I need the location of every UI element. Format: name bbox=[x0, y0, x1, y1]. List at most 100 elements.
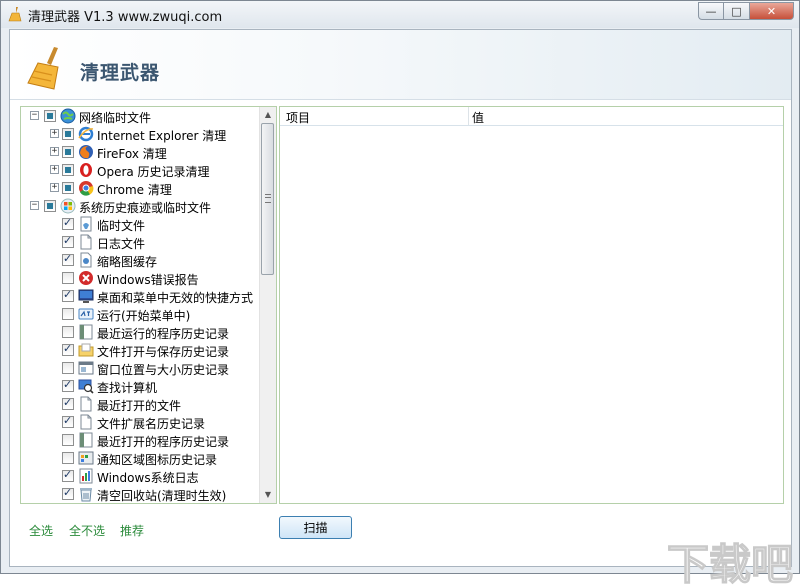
opera-icon bbox=[80, 163, 92, 177]
select-none-link[interactable]: 全不选 bbox=[69, 522, 105, 539]
tree-item-checkbox[interactable] bbox=[62, 362, 74, 374]
minimize-button[interactable]: — bbox=[698, 2, 724, 20]
tree-item[interactable]: 最近运行的程序历史记录 bbox=[21, 323, 261, 341]
tree-item[interactable]: 缩略图缓存 bbox=[21, 251, 261, 269]
tree-item[interactable]: + Chrome 清理 bbox=[21, 179, 261, 197]
tree-item-checkbox[interactable] bbox=[62, 252, 74, 266]
tree-item-checkbox[interactable] bbox=[62, 216, 74, 230]
firefox-icon bbox=[79, 145, 93, 159]
document-icon bbox=[80, 414, 92, 430]
tree-item-checkbox[interactable] bbox=[62, 452, 74, 464]
tree-item-checkbox[interactable] bbox=[62, 378, 74, 392]
tree-item[interactable]: 文件扩展名历史记录 bbox=[21, 413, 261, 431]
tree-item-checkbox[interactable] bbox=[62, 486, 74, 500]
select-all-link[interactable]: 全选 bbox=[29, 522, 53, 539]
column-divider[interactable] bbox=[468, 107, 469, 125]
banner-title: 清理武器 bbox=[80, 62, 161, 84]
results-list[interactable]: 项目 值 bbox=[279, 106, 784, 504]
tree-item-checkbox[interactable] bbox=[62, 434, 74, 446]
app-window: 清理武器 V1.3 www.zwuqi.com — □ ✕ 清理武器 − 网络临时… bbox=[0, 0, 800, 587]
tree-item[interactable]: + FireFox 清理 bbox=[21, 143, 261, 161]
title-bar[interactable]: 清理武器 V1.3 www.zwuqi.com — □ ✕ bbox=[1, 1, 799, 28]
collapse-icon[interactable]: − bbox=[30, 201, 39, 210]
tree-item-checkbox[interactable] bbox=[62, 308, 74, 320]
tree-item[interactable]: 清空回收站(清理时生效) bbox=[21, 485, 261, 503]
tree-item[interactable]: 日志文件 bbox=[21, 233, 261, 251]
tree-scrollbar[interactable]: ▲ ▼ bbox=[259, 107, 276, 503]
tree-item-label: FireFox 清理 bbox=[97, 147, 167, 161]
scroll-up-arrow[interactable]: ▲ bbox=[260, 107, 276, 123]
tree-item-label: 桌面和菜单中无效的快捷方式 bbox=[97, 291, 254, 305]
tree-item-label: 查找计算机 bbox=[97, 381, 158, 395]
tree-item[interactable]: Windows系统日志 bbox=[21, 467, 261, 485]
watermark-logo: 下载吧 bbox=[666, 539, 793, 587]
scroll-down-arrow[interactable]: ▼ bbox=[260, 487, 276, 503]
tree-item[interactable]: Windows错误报告 bbox=[21, 269, 261, 287]
tree-item-checkbox[interactable] bbox=[62, 128, 74, 140]
globe-icon bbox=[60, 108, 76, 124]
tree-item-checkbox[interactable] bbox=[44, 110, 56, 122]
expand-icon[interactable]: + bbox=[50, 165, 59, 174]
windows-icon bbox=[60, 198, 76, 214]
tree-item-checkbox[interactable] bbox=[62, 468, 74, 482]
scan-button[interactable]: 扫描 bbox=[279, 516, 352, 539]
tree-item-label: 清空回收站(清理时生效) bbox=[97, 489, 227, 503]
tray-icon bbox=[78, 451, 94, 465]
tree-item-label: 通知区域图标历史记录 bbox=[97, 453, 218, 467]
tree-item[interactable]: + Internet Explorer 清理 bbox=[21, 125, 261, 143]
tree-item-checkbox[interactable] bbox=[62, 234, 74, 248]
tree-item[interactable]: − 网络临时文件 bbox=[21, 107, 261, 125]
tree-item[interactable]: 桌面和菜单中无效的快捷方式 bbox=[21, 287, 261, 305]
window-controls: — □ ✕ bbox=[698, 2, 794, 20]
tree-item-checkbox[interactable] bbox=[62, 396, 74, 410]
tree-item-checkbox[interactable] bbox=[62, 342, 74, 356]
expand-icon[interactable]: + bbox=[50, 129, 59, 138]
tree-item-label: Opera 历史记录清理 bbox=[97, 165, 210, 179]
broom-icon bbox=[27, 47, 59, 90]
window-title: 清理武器 V1.3 www.zwuqi.com bbox=[28, 10, 223, 25]
tree-item-label: 最近打开的程序历史记录 bbox=[97, 435, 230, 449]
tree-item-checkbox[interactable] bbox=[62, 146, 74, 158]
collapse-icon[interactable]: − bbox=[30, 111, 39, 120]
watermark-text: 下载吧 bbox=[667, 540, 793, 587]
document-icon bbox=[80, 396, 92, 412]
column-header-item[interactable]: 项目 bbox=[286, 109, 310, 126]
close-button[interactable]: ✕ bbox=[750, 2, 794, 20]
recycle-bin-icon bbox=[80, 488, 92, 502]
tree-item[interactable]: 最近打开的文件 bbox=[21, 395, 261, 413]
tree-item-label: 缩略图缓存 bbox=[97, 255, 158, 269]
tree-item[interactable]: 文件打开与保存历史记录 bbox=[21, 341, 261, 359]
recommend-link[interactable]: 推荐 bbox=[120, 522, 144, 539]
client-area: 清理武器 − 网络临时文件 + Internet Explorer 清理 + FireFo… bbox=[9, 29, 794, 587]
tree-item-checkbox[interactable] bbox=[62, 164, 74, 176]
tree-item-checkbox[interactable] bbox=[62, 272, 74, 284]
expand-icon[interactable]: + bbox=[50, 183, 59, 192]
system-log-icon bbox=[79, 468, 93, 484]
expand-icon[interactable]: + bbox=[50, 147, 59, 156]
tree-item-label: 运行(开始菜单中) bbox=[97, 309, 191, 323]
temp-file-icon bbox=[80, 216, 92, 232]
tree-item[interactable]: − 系统历史痕迹或临时文件 bbox=[21, 197, 261, 215]
tree-item[interactable]: 运行(开始菜单中) bbox=[21, 305, 261, 323]
tree-item-label: 文件扩展名历史记录 bbox=[97, 417, 206, 431]
column-header-value[interactable]: 值 bbox=[472, 109, 484, 126]
tree-item-checkbox[interactable] bbox=[62, 182, 74, 194]
tree-item[interactable]: 临时文件 bbox=[21, 215, 261, 233]
search-computer-icon bbox=[78, 379, 94, 394]
tree-item-checkbox[interactable] bbox=[62, 414, 74, 428]
tree-item-label: 最近运行的程序历史记录 bbox=[97, 327, 230, 341]
scroll-thumb[interactable] bbox=[261, 123, 274, 275]
maximize-button[interactable]: □ bbox=[724, 2, 750, 20]
tree-item-checkbox[interactable] bbox=[62, 288, 74, 302]
tree-item[interactable]: 最近打开的程序历史记录 bbox=[21, 431, 261, 449]
tree-item-checkbox[interactable] bbox=[62, 326, 74, 338]
tree-item[interactable]: 通知区域图标历史记录 bbox=[21, 449, 261, 467]
tree-item-checkbox[interactable] bbox=[44, 200, 56, 212]
folder-icon bbox=[78, 343, 94, 357]
document-icon bbox=[80, 234, 92, 250]
tree-item[interactable]: 查找计算机 bbox=[21, 377, 261, 395]
close-icon: ✕ bbox=[766, 4, 777, 18]
tree-item[interactable]: 窗口位置与大小历史记录 bbox=[21, 359, 261, 377]
tree-item[interactable]: + Opera 历史记录清理 bbox=[21, 161, 261, 179]
tree-item-label: 窗口位置与大小历史记录 bbox=[97, 363, 230, 377]
